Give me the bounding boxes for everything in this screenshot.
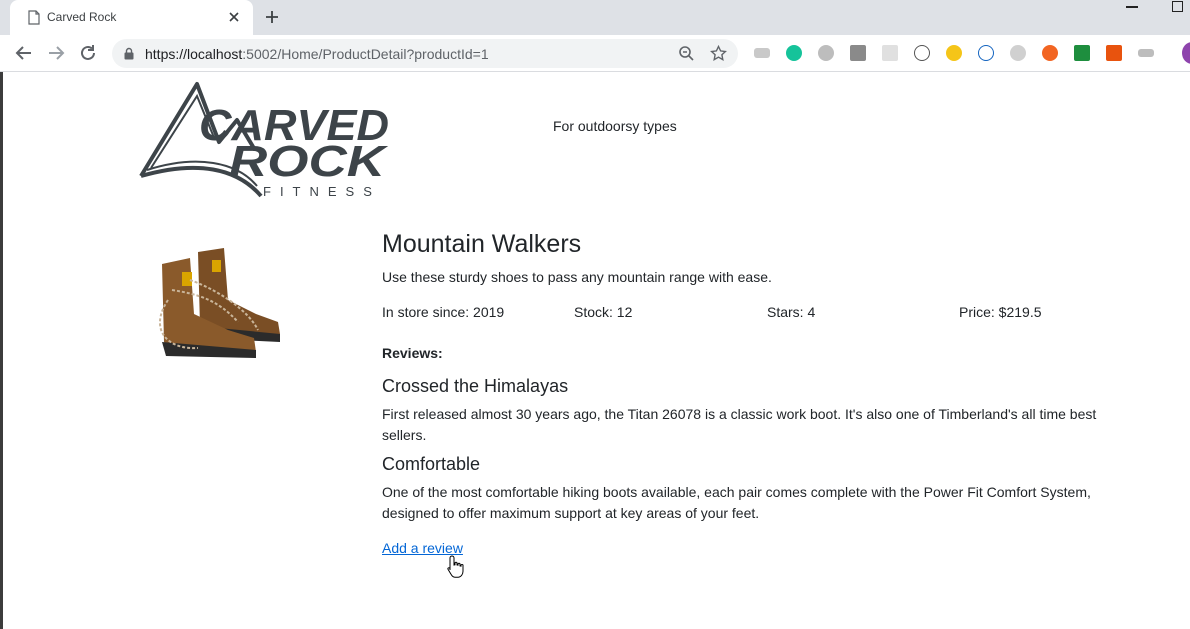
extension-11-icon[interactable] <box>1074 45 1090 61</box>
lock-icon[interactable] <box>124 47 134 60</box>
product-in-store-since: In store since: 2019 <box>382 304 505 320</box>
extension-10-icon[interactable] <box>1042 45 1058 61</box>
profile-avatar[interactable] <box>1182 42 1190 64</box>
url-path: :5002/Home/ProductDetail?productId=1 <box>242 46 489 62</box>
browser-toolbar: https://localhost:5002/Home/ProductDetai… <box>0 35 1190 72</box>
extension-12-icon[interactable] <box>1106 45 1122 61</box>
extension-7-icon[interactable] <box>946 45 962 61</box>
url-host: https://localhost <box>145 46 243 62</box>
bookmark-star-icon[interactable] <box>710 45 727 62</box>
url-text[interactable]: https://localhost:5002/Home/ProductDetai… <box>145 46 489 62</box>
extension-3-icon[interactable] <box>818 45 834 61</box>
review-title: Comfortable <box>382 454 481 474</box>
extension-1-icon[interactable] <box>754 48 770 58</box>
product-name: Mountain Walkers <box>382 230 582 258</box>
extension-13-icon[interactable] <box>1138 49 1154 57</box>
tab-title: Carved Rock <box>47 10 117 24</box>
logo-word-3: FITNESS <box>263 184 381 199</box>
product-stars: Stars: 4 <box>767 304 816 320</box>
tab-strip: Carved Rock <box>0 0 1190 35</box>
extension-6-icon[interactable] <box>914 45 930 61</box>
extension-8-icon[interactable] <box>978 45 994 61</box>
extension-5-icon[interactable] <box>882 45 898 61</box>
logo-word-2: ROCK <box>229 137 389 186</box>
carved-rock-logo[interactable]: CARVED ROCK FITNESS <box>137 80 393 204</box>
zoom-icon[interactable] <box>678 45 695 62</box>
site-tagline: For outdoorsy types <box>553 118 677 134</box>
browser-tab[interactable]: Carved Rock <box>10 0 253 35</box>
forward-icon[interactable] <box>46 43 66 63</box>
product-description: Use these sturdy shoes to pass any mount… <box>382 269 772 285</box>
product-image-boots <box>128 230 328 360</box>
extension-4-icon[interactable] <box>850 45 866 61</box>
minimize-window-button[interactable] <box>1126 6 1138 8</box>
back-icon[interactable] <box>14 43 34 63</box>
product-stock: Stock: 12 <box>574 304 633 320</box>
review-body: One of the most comfortable hiking boots… <box>382 484 1091 521</box>
address-bar[interactable]: https://localhost:5002/Home/ProductDetai… <box>112 39 738 68</box>
review-title: Crossed the Himalayas <box>382 376 569 396</box>
reload-icon[interactable] <box>78 43 98 63</box>
new-tab-icon[interactable] <box>264 9 280 25</box>
close-tab-icon[interactable] <box>226 9 242 25</box>
document-icon <box>28 10 40 25</box>
extension-9-icon[interactable] <box>1010 45 1026 61</box>
grammarly-icon[interactable] <box>786 45 802 61</box>
hand-cursor-icon <box>447 555 464 578</box>
maximize-window-button[interactable] <box>1172 1 1183 12</box>
reviews-heading: Reviews: <box>382 345 443 361</box>
product-price: Price: $219.5 <box>959 304 1042 320</box>
review-body: First released almost 30 years ago, the … <box>382 406 1097 443</box>
page-content: CARVED ROCK FITNESS For outdoorsy types … <box>3 72 1190 629</box>
